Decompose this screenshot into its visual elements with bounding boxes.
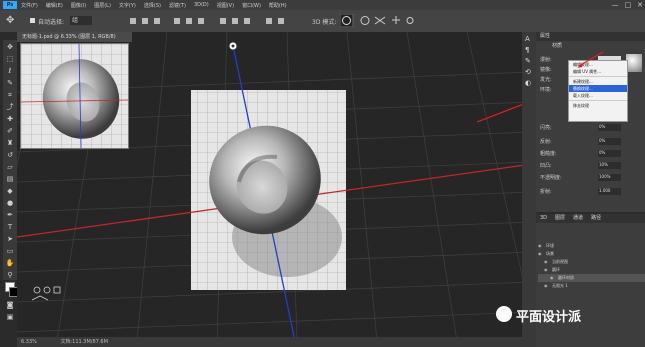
menu-window[interactable]: 窗口(W) (242, 2, 261, 9)
eye-icon[interactable]: ◉ (550, 274, 558, 282)
eye-icon[interactable]: ◉ (544, 258, 552, 266)
3d-layers-panel: 3D 图层 通道 路径 ◉ 环境 ◉ 场景 ◉ 当前视图 ◉ 圆环 ◉ 圆环材质 ◉ 无限光… (536, 214, 645, 347)
history-panel-icon[interactable]: ⟲ (525, 68, 533, 76)
auto-select-dropdown[interactable]: 组 (70, 16, 92, 25)
menu-new-texture[interactable]: 新建纹理... (569, 78, 627, 85)
menu-select[interactable]: 选择(S) (144, 2, 161, 9)
prop-refraction: 折射: 1.000 (540, 188, 640, 196)
menu-load-texture[interactable]: 载入纹理... (569, 92, 627, 99)
annotation-arrow (577, 51, 604, 68)
type-tool-icon[interactable]: T (5, 222, 15, 232)
layer-infinite-light[interactable]: ◉ 无限光 1 (538, 282, 645, 290)
photoshop-logo: Ps (3, 1, 17, 9)
brush-tool-icon[interactable]: ✐ (5, 126, 15, 136)
menu-view[interactable]: 视图(V) (217, 2, 234, 9)
layers-tabs: 3D 图层 通道 路径 (536, 214, 645, 223)
prop-bump: 凹凸: 10% (540, 162, 640, 170)
brush-panel-icon[interactable]: ✎ (525, 57, 533, 65)
close-button[interactable]: ✕ (637, 0, 643, 10)
auto-select-label: 自动选择: (38, 19, 65, 26)
screen-mode-icon[interactable]: ▣ (5, 312, 15, 322)
move-tool-icon[interactable]: ✥ (6, 15, 14, 26)
lasso-tool-icon[interactable]: ℓ (5, 66, 15, 76)
align-buttons[interactable] (130, 16, 290, 26)
shape-tool-icon[interactable]: ▭ (5, 246, 15, 256)
quick-select-tool-icon[interactable]: ✎ (5, 78, 15, 88)
tab-channels[interactable]: 通道 (573, 214, 583, 223)
tab-3d[interactable]: 3D (540, 214, 547, 223)
gradient-tool-icon[interactable]: ▤ (5, 174, 15, 184)
3d-mode-label: 3D 模式: (312, 19, 337, 26)
layer-scene[interactable]: ◉ 场景 (538, 250, 642, 258)
eye-icon[interactable]: ◉ (538, 250, 546, 258)
dodge-tool-icon[interactable]: ● (5, 198, 15, 208)
stamp-tool-icon[interactable]: ♜ (5, 138, 15, 148)
menu-separator (569, 76, 627, 77)
prop-reflection: 反射: 0% (540, 138, 640, 146)
move-tool-icon[interactable]: ✥ (5, 42, 15, 52)
quick-mask-icon[interactable]: ◙ (5, 300, 15, 310)
zoom-level[interactable]: 6.33% (21, 339, 37, 345)
zoom-tool-icon[interactable]: ⚲ (5, 270, 15, 280)
tools-panel: ✥ ⬚ ℓ ✎ ⌗ ⤴ ✚ ✐ ♜ ↺ ▱ ▤ ◆ ● ✒ T ➤ ▭ ✋ ⚲ … (3, 40, 19, 321)
auto-select-checkbox[interactable] (30, 18, 35, 23)
minimize-button[interactable]: — (612, 0, 619, 10)
tab-paths[interactable]: 路径 (591, 214, 601, 223)
properties-tab[interactable]: 属性 (536, 32, 645, 41)
hand-tool-icon[interactable]: ✋ (5, 258, 15, 268)
watermark-text: 平面设计派 (516, 310, 582, 325)
menu-filter[interactable]: 滤镜(T) (169, 2, 186, 9)
menu-image[interactable]: 图像(I) (71, 2, 86, 9)
eraser-tool-icon[interactable]: ▱ (5, 162, 15, 172)
menu-edit[interactable]: 编辑(E) (46, 2, 63, 9)
maximize-button[interactable]: □ (625, 0, 632, 10)
menu-bar: Ps 文件(F) 编辑(E) 图像(I) 图层(L) 文字(Y) 选择(S) 滤… (0, 0, 645, 10)
blur-tool-icon[interactable]: ◆ (5, 186, 15, 196)
path-select-tool-icon[interactable]: ➤ (5, 234, 15, 244)
eye-icon[interactable]: ◉ (544, 266, 552, 274)
secondary-view-panel (20, 43, 129, 149)
options-bar: ✥ 自动选择: 组 3D 模式: (0, 10, 645, 33)
panel-icon-strip: A ¶ ✎ ⟲ ◐ (522, 32, 536, 347)
pen-tool-icon[interactable]: ✒ (5, 210, 15, 220)
menu-3d[interactable]: 3D(D) (194, 2, 209, 8)
layer-torus[interactable]: ◉ 圆环 (538, 266, 645, 274)
menu-separator (569, 100, 627, 101)
tab-layers[interactable]: 图层 (555, 214, 565, 223)
paragraph-panel-icon[interactable]: ¶ (525, 46, 533, 54)
secondary-view (20, 43, 129, 149)
adjust-panel-icon[interactable]: ◐ (525, 79, 533, 87)
layer-torus-material[interactable]: ◉ 圆环材质 (538, 274, 645, 282)
menu-layer[interactable]: 图层(L) (94, 2, 111, 9)
window-controls: — □ ✕ (612, 0, 644, 10)
color-swatches[interactable] (5, 282, 19, 298)
layer-environment[interactable]: ◉ 环境 (538, 242, 642, 250)
history-brush-icon[interactable]: ↺ (5, 150, 15, 160)
character-panel-icon[interactable]: A (525, 35, 533, 43)
healing-tool-icon[interactable]: ✚ (5, 114, 15, 124)
prop-roughness: 粗糙度: 0% (540, 150, 640, 158)
prop-shine: 闪亮: 0% (540, 124, 640, 132)
crop-tool-icon[interactable]: ⌗ (5, 90, 15, 100)
eye-icon[interactable]: ◉ (538, 242, 546, 250)
menu-help[interactable]: 帮助(H) (269, 2, 287, 9)
menu-remove-texture[interactable]: 移去纹理 (569, 102, 627, 109)
wechat-icon (496, 306, 512, 322)
menu-file[interactable]: 文件(F) (21, 2, 38, 9)
eyedropper-tool-icon[interactable]: ⤴ (5, 102, 15, 112)
menu-type[interactable]: 文字(Y) (119, 2, 136, 9)
prop-opacity: 不透明度: 100% (540, 174, 640, 182)
doc-size: 文档:111.3M/87.6M (60, 339, 108, 345)
document-tab[interactable]: 无标题-1.psd @ 6.33% (图层 1, RGB/8) (17, 32, 132, 42)
menu-replace-texture[interactable]: 替换纹理... (569, 85, 627, 92)
status-bar: 6.33% 文档:111.3M/87.6M (17, 337, 532, 347)
marquee-tool-icon[interactable]: ⬚ (5, 54, 15, 64)
layer-current-view[interactable]: ◉ 当前视图 (538, 258, 645, 266)
eye-icon[interactable]: ◉ (544, 282, 552, 290)
3d-mode-tools[interactable] (340, 14, 420, 27)
